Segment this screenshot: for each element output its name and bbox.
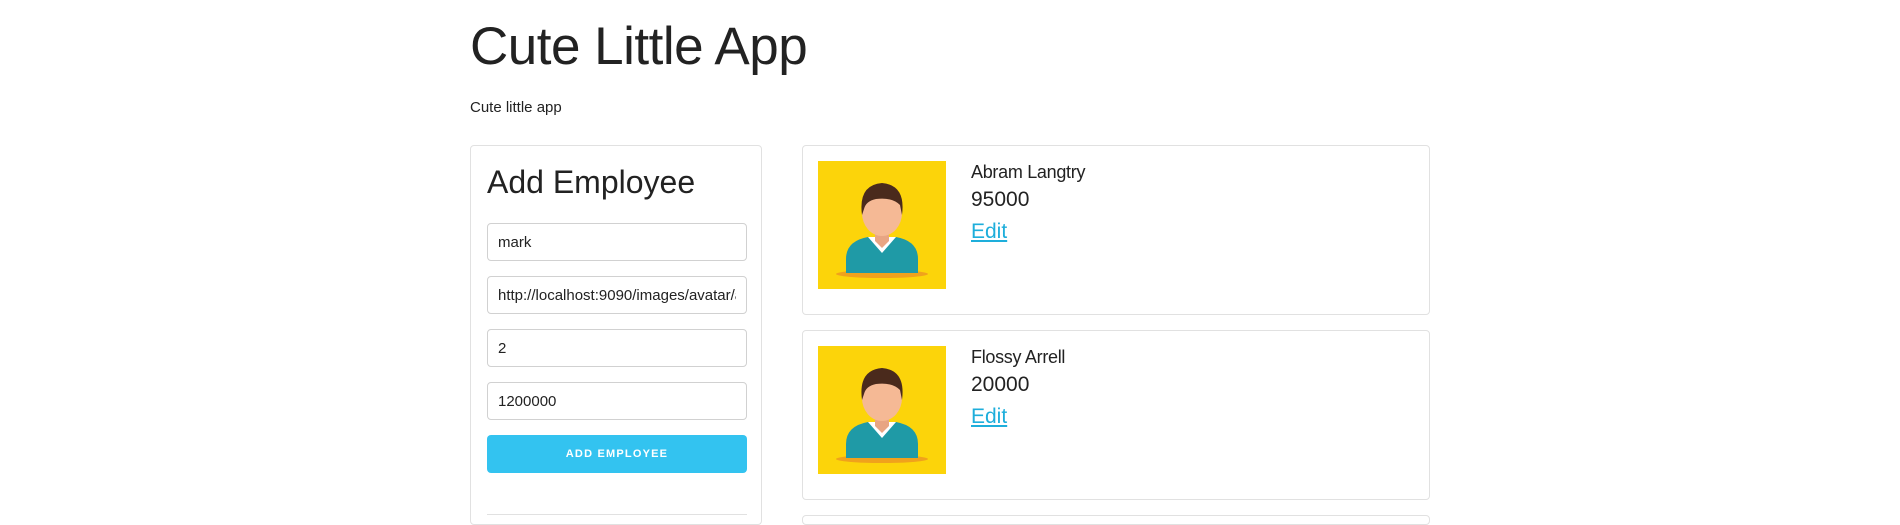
add-employee-panel: Add Employee ADD EMPLOYEE [470,145,762,525]
page-subtitle: Cute little app [470,99,562,116]
employee-name: Flossy Arrell [971,347,1066,367]
add-employee-heading: Add Employee [487,164,696,200]
person-avatar-icon [818,161,946,289]
employee-card-partial [802,515,1430,525]
employee-name-input[interactable] [487,223,747,261]
employee-card: Abram Langtry 95000 Edit [802,145,1430,315]
edit-employee-link[interactable]: Edit [971,220,1007,244]
employee-card: Flossy Arrell 20000 Edit [802,330,1430,500]
edit-employee-link[interactable]: Edit [971,405,1007,429]
page-title: Cute Little App [470,17,808,76]
employee-avatar-url-input[interactable] [487,276,747,314]
employee-salary-input[interactable] [487,382,747,420]
app-container: Cute Little App Cute little app Add Empl… [470,0,1430,525]
employee-name: Abram Langtry [971,162,1086,182]
employee-salary: 20000 [971,373,1030,396]
add-employee-button[interactable]: ADD EMPLOYEE [487,435,747,473]
form-divider [487,514,747,515]
employee-salary: 95000 [971,188,1030,211]
employee-id-input[interactable] [487,329,747,367]
person-avatar-icon [818,346,946,474]
